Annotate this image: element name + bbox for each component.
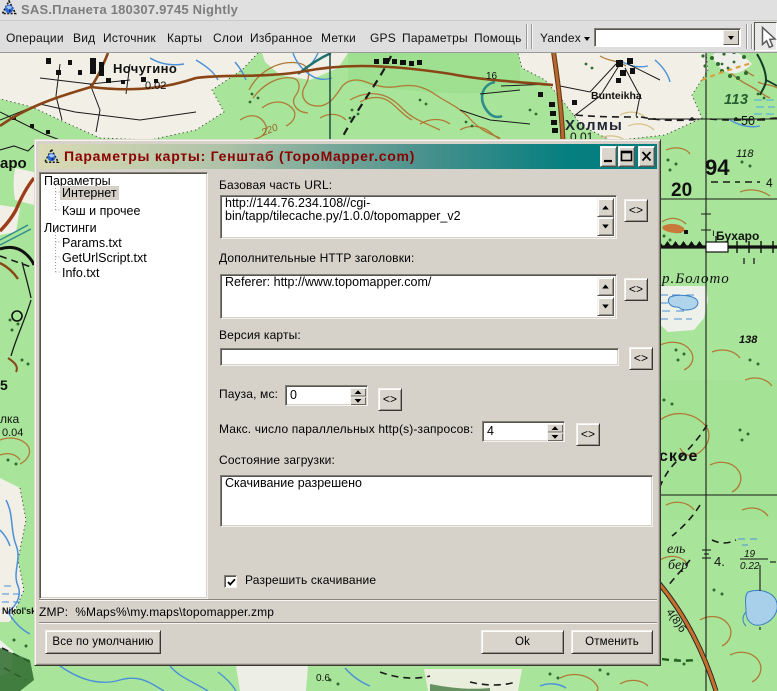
svg-text:Бухаро: Бухаро xyxy=(716,229,759,243)
svg-text:4: 4 xyxy=(766,176,773,190)
svg-text:0.02: 0.02 xyxy=(145,80,166,92)
svg-text:20: 20 xyxy=(671,180,692,201)
svg-text:Ночугино: Ночугино xyxy=(113,61,177,76)
svg-text:5: 5 xyxy=(0,377,8,393)
svg-text:4.: 4. xyxy=(714,554,725,569)
svg-text:0.04: 0.04 xyxy=(2,427,23,439)
svg-text:ель: ель xyxy=(667,542,685,557)
svg-text:аро: аро xyxy=(0,155,27,172)
svg-text:50: 50 xyxy=(741,114,755,128)
svg-text:0.22: 0.22 xyxy=(740,561,760,572)
svg-text:ское: ское xyxy=(659,448,698,465)
svg-text:0.6: 0.6 xyxy=(316,673,330,684)
svg-text:138: 138 xyxy=(739,334,758,346)
svg-text:р.Болото: р.Болото xyxy=(661,271,730,287)
svg-text:16: 16 xyxy=(486,71,498,82)
svg-text:19: 19 xyxy=(744,549,756,560)
svg-text:113: 113 xyxy=(724,92,749,108)
svg-text:бер: бер xyxy=(668,558,688,573)
svg-text:118: 118 xyxy=(736,148,754,160)
svg-text:лка: лка xyxy=(0,412,20,426)
svg-text:Bunteikha: Bunteikha xyxy=(591,90,642,102)
svg-text:Nikol'sk: Nikol'sk xyxy=(2,606,37,616)
svg-text:ı: ı xyxy=(712,228,715,239)
svg-text:94: 94 xyxy=(705,155,730,180)
